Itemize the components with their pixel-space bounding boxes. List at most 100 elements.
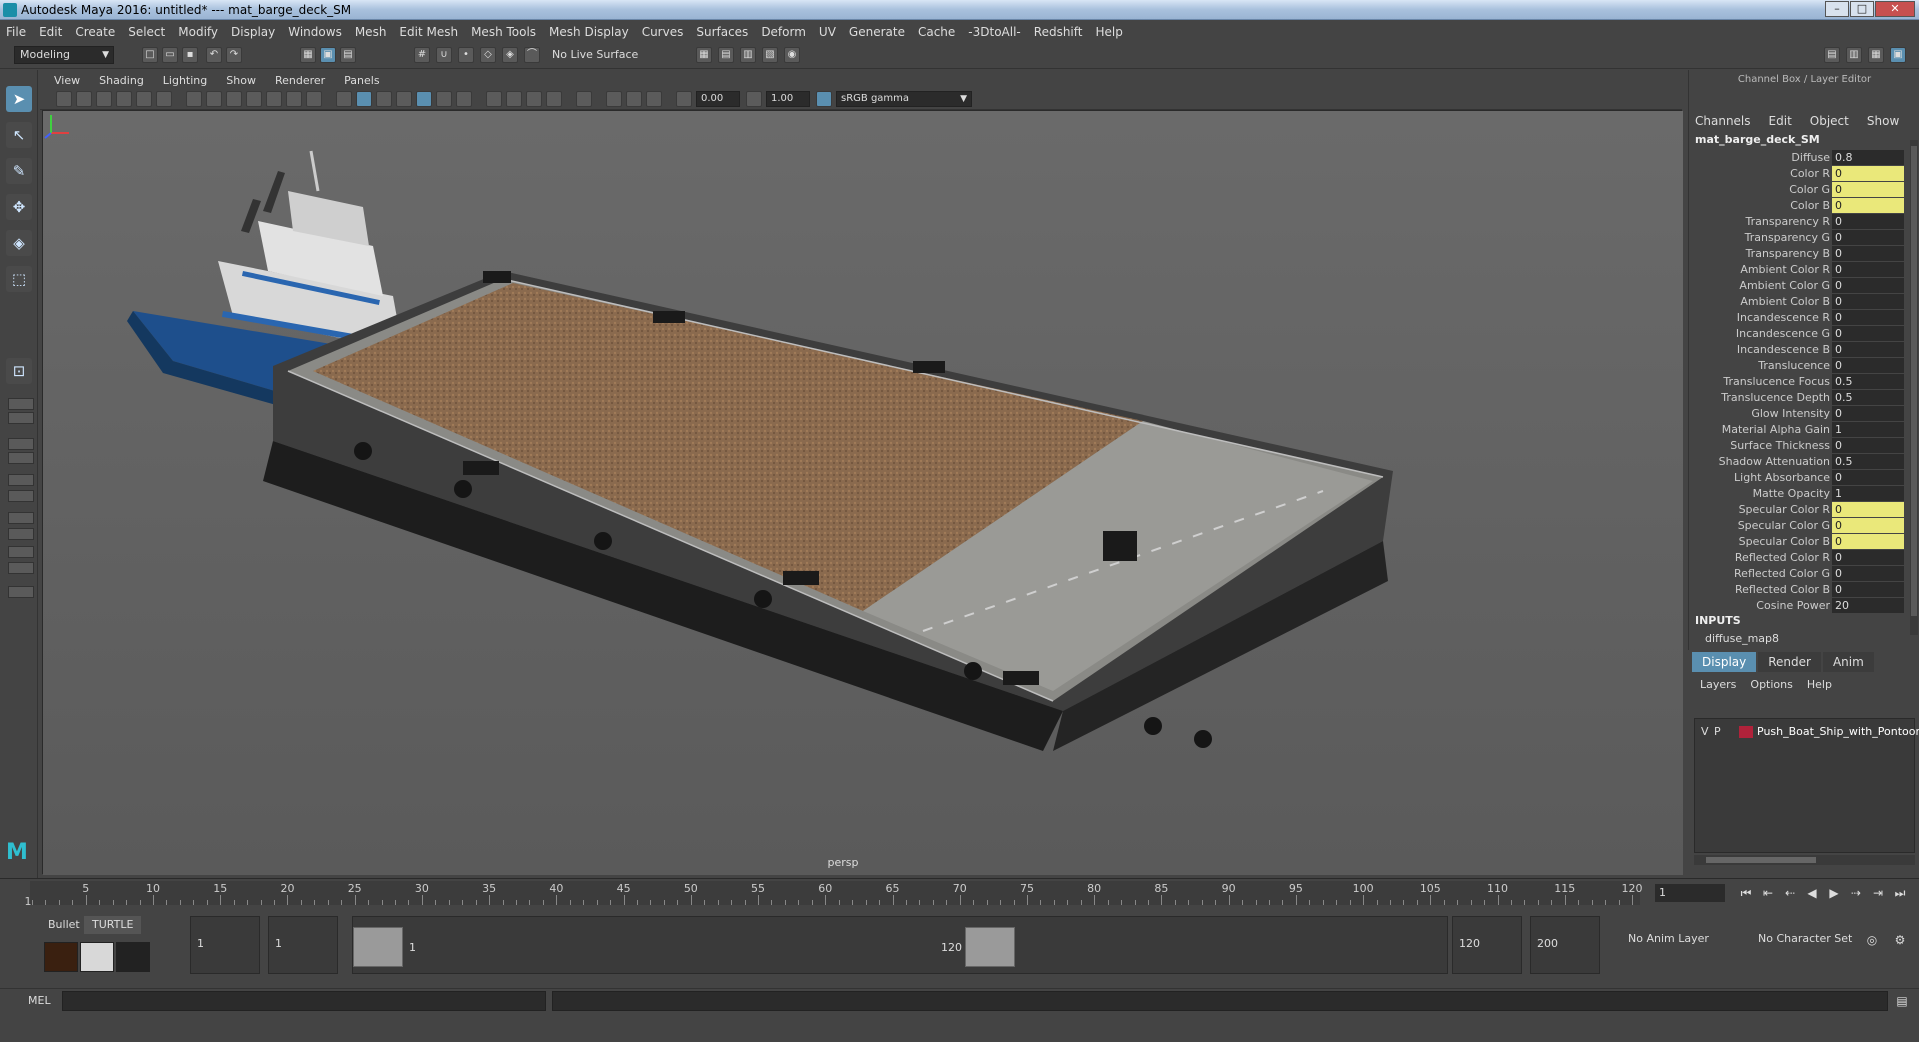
channel-label[interactable]: Matte Opacity [1753,487,1830,500]
menu-uv[interactable]: UV [819,25,836,39]
channel-label[interactable]: Cosine Power [1756,599,1830,612]
channel-label[interactable]: Ambient Color G [1739,279,1830,292]
time-slider[interactable]: 1 5 10 15 20 25 30 35 40 45 50 55 60 65 70 75 80 85 90 95 1… [0,878,1919,910]
channel-value[interactable]: 1 [1832,422,1904,437]
tab-display[interactable]: Display [1692,652,1757,672]
channel-label[interactable]: Specular Color G [1738,519,1830,532]
exposure-field[interactable]: 0.00 [696,91,740,107]
channel-row[interactable]: Glow Intensity 0 [1689,406,1904,422]
use-all-lights-icon[interactable] [436,91,452,107]
panel-menu-view[interactable]: View [54,74,80,87]
channel-row[interactable]: Matte Opacity 1 [1689,486,1904,502]
snap-point-icon[interactable]: • [458,47,474,63]
channel-row[interactable]: Specular Color B0 [1689,534,1904,550]
anti-aliasing-icon[interactable] [526,91,542,107]
ipr-render-icon[interactable]: ▥ [740,47,756,63]
current-frame-field[interactable]: 1 [1655,884,1725,902]
channel-row[interactable]: Translucence Depth 0.5 [1689,390,1904,406]
channel-row[interactable]: Transparency R0 [1689,214,1904,230]
channel-value[interactable]: 0 [1832,230,1904,245]
channel-label[interactable]: Translucence [1758,359,1830,372]
backface-culling-icon[interactable] [646,91,662,107]
menu-surfaces[interactable]: Surfaces [696,25,748,39]
scale-icon[interactable]: ⬚ [6,266,32,292]
channel-row[interactable]: Incandescence G0 [1689,326,1904,342]
channel-value[interactable]: 0 [1832,278,1904,293]
play-icon[interactable]: ▶ [1826,885,1842,901]
range-start-handle[interactable] [353,927,403,967]
menu-select[interactable]: Select [128,25,165,39]
make-live-icon[interactable]: ⌒ [524,47,540,63]
tab-render[interactable]: Render [1758,652,1821,672]
select-by-object-icon[interactable]: ▣ [320,47,336,63]
layout-two-icon[interactable] [8,438,34,450]
channel-row[interactable]: Reflected Color G0 [1689,566,1904,582]
channel-label[interactable]: Color B [1790,199,1830,212]
layout-single-icon[interactable]: ⊡ [6,358,32,384]
input-node[interactable]: diffuse_map8 [1705,632,1779,645]
channel-label[interactable]: Light Absorbance [1734,471,1830,484]
script-editor-icon[interactable]: ▤ [1894,993,1910,1009]
key-last-icon[interactable]: ⇢ [1848,885,1864,901]
menu-windows[interactable]: Windows [288,25,342,39]
channel-row[interactable]: Transparency G0 [1689,230,1904,246]
smooth-shade-icon[interactable] [356,91,372,107]
channel-row[interactable]: Cosine Power 20 [1689,598,1904,614]
layout-hypershade-icon[interactable] [8,546,34,558]
shadows-icon[interactable] [456,91,472,107]
menu-display[interactable]: Display [231,25,275,39]
channel-value[interactable]: 0 [1832,166,1904,181]
channel-row[interactable]: Translucence Focus 0.5 [1689,374,1904,390]
channel-label[interactable]: Material Alpha Gain [1722,423,1830,436]
anim-start-field[interactable]: 1 [190,916,260,974]
channel-label[interactable]: Surface Thickness [1730,439,1830,452]
panel-menu-panels[interactable]: Panels [344,74,379,87]
lasso-icon[interactable]: ↖ [6,122,32,148]
tool-settings-toggle-icon[interactable]: ▦ [1868,47,1884,63]
layout-custom-icon[interactable] [8,586,34,598]
range-end-handle[interactable] [965,927,1015,967]
layer-visibility-toggle[interactable]: V [1701,725,1709,738]
menu-cache[interactable]: Cache [918,25,955,39]
layout-two-icon[interactable] [8,452,34,464]
panel-menu-show[interactable]: Show [226,74,256,87]
menu-deform[interactable]: Deform [761,25,806,39]
snap-surface-icon[interactable]: ◈ [502,47,518,63]
step-back-icon[interactable]: ⇤ [1760,885,1776,901]
anim-prefs-icon[interactable]: ⚙ [1892,932,1908,948]
panel-menu-shading[interactable]: Shading [99,74,144,87]
gate-mask-icon[interactable] [246,91,262,107]
layer-list-scrollbar[interactable] [1694,855,1915,865]
grease-pencil-icon[interactable] [156,91,172,107]
depth-of-field-icon[interactable] [546,91,562,107]
bookmark-icon[interactable] [96,91,112,107]
snap-plane-icon[interactable]: ◇ [480,47,496,63]
color-management-icon[interactable] [816,91,832,107]
auto-key-icon[interactable]: ◎ [1864,932,1880,948]
channel-row[interactable]: Specular Color G0 [1689,518,1904,534]
channel-value[interactable]: 0.5 [1832,374,1904,389]
channel-box-toggle-icon[interactable]: ▣ [1890,47,1906,63]
channel-row[interactable]: Color G0 [1689,182,1904,198]
menu-mesh-display[interactable]: Mesh Display [549,25,629,39]
playback-end-field[interactable]: 120 [1452,916,1522,974]
cb-menu-edit[interactable]: Edit [1769,114,1792,128]
channel-label[interactable]: Reflected Color B [1735,583,1830,596]
channel-label[interactable]: Glow Intensity [1751,407,1830,420]
shelf-tool-icon[interactable] [116,942,150,972]
tab-anim[interactable]: Anim [1822,652,1874,672]
channel-row[interactable]: Reflected Color R0 [1689,550,1904,566]
select-by-component-icon[interactable]: ▤ [340,47,356,63]
wireframe-icon[interactable] [336,91,352,107]
maximize-button[interactable]: □ [1850,1,1874,17]
channel-row[interactable]: Incandescence B0 [1689,342,1904,358]
anim-end-field[interactable]: 200 [1530,916,1600,974]
safe-action-icon[interactable] [286,91,302,107]
view-transform-select[interactable]: sRGB gamma ▼ [836,91,972,107]
exposure-icon[interactable] [676,91,692,107]
menu-generate[interactable]: Generate [849,25,905,39]
channel-value[interactable]: 0 [1832,262,1904,277]
channel-value[interactable]: 0 [1832,534,1904,549]
layer-menu-help[interactable]: Help [1807,678,1832,691]
camera-lock-icon[interactable] [76,91,92,107]
